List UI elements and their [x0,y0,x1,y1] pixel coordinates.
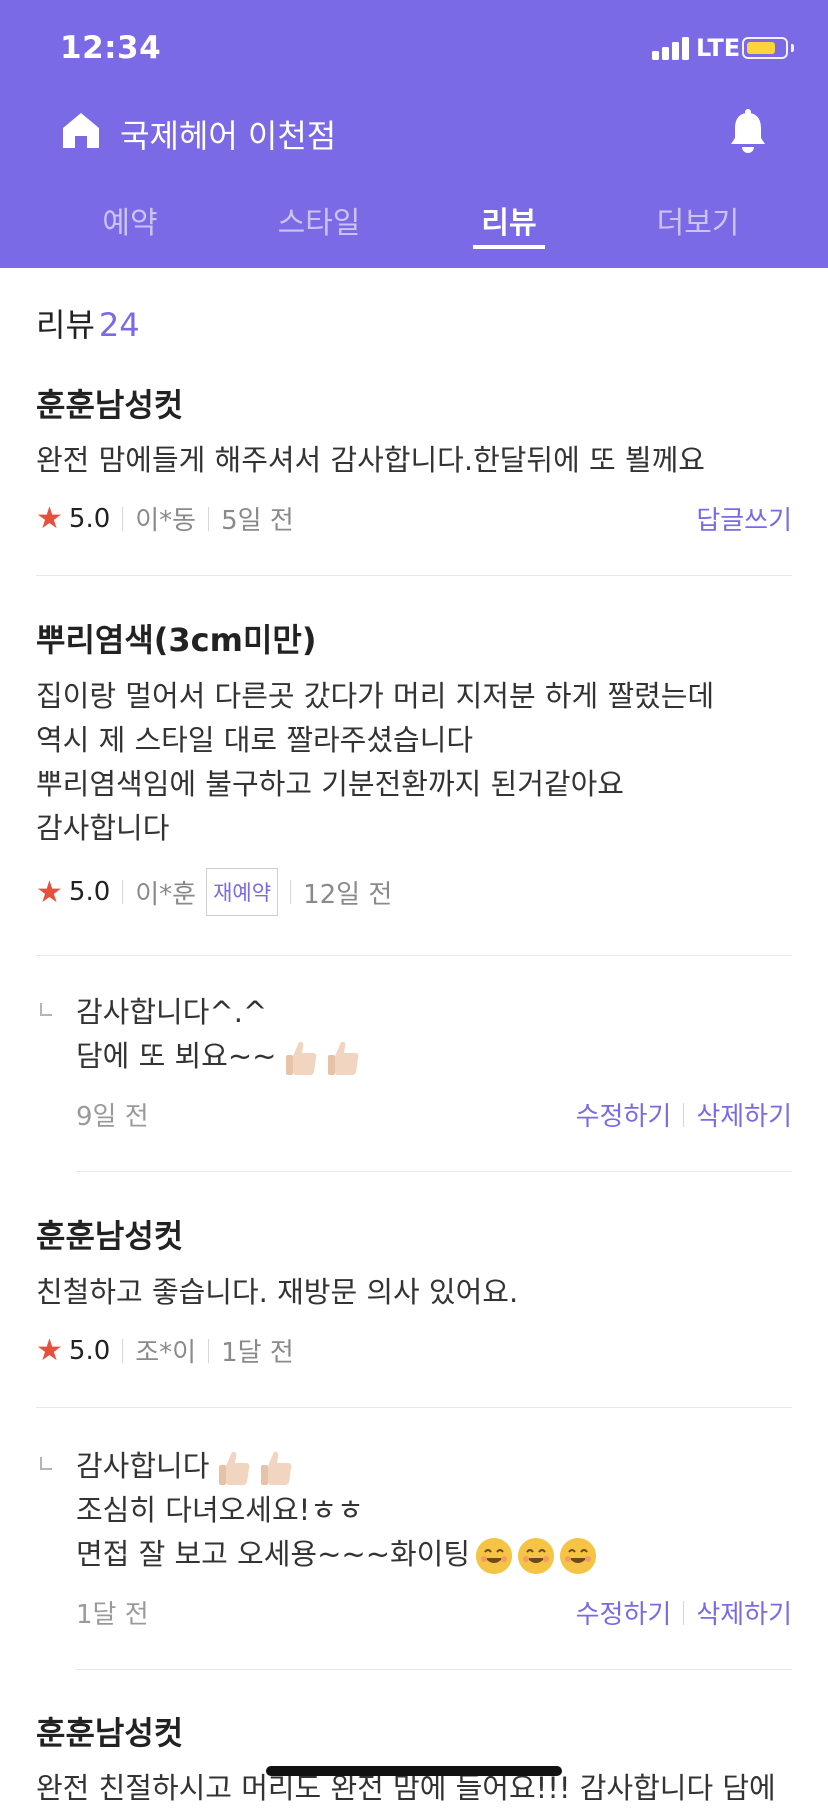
thumbs-up-icon [286,1041,317,1075]
review-text: 친철하고 좋습니다. 재방문 의사 있어요. [36,1275,519,1309]
tab-style[interactable]: 스타일 [259,198,379,242]
review-text-line: 집이랑 멀어서 다른곳 갔다가 머리 지저분 하게 짤렸는데 [36,679,715,713]
divider [76,1171,792,1172]
reply-indicator-icon [40,1457,52,1470]
review-title: 훈훈남성컷 [36,1217,184,1255]
divider [36,575,792,576]
reply-text-line: 면접 잘 보고 오세용~~~화이팅 [76,1532,597,1576]
reply-text-line: 감사합니다^.^ [76,995,268,1029]
review-meta: ★ 5.0 이*동 5일 전 [36,500,294,537]
tab-reservation[interactable]: 예약 [70,198,190,242]
divider [36,1407,792,1408]
thumbs-up-icon [219,1451,250,1485]
review-rating: 5.0 [68,503,111,534]
battery-icon [742,37,788,59]
edit-reply-button[interactable]: 수정하기 [576,1096,672,1133]
review-date: 1달 전 [221,1338,294,1368]
star-icon: ★ [36,501,63,536]
reply-text-line: 담에 또 뵈요~~ [76,1034,360,1078]
review-text-line: 역시 제 스타일 대로 짤라주셨습니다 [36,723,474,757]
reply-actions: 수정하기 삭제하기 [576,1594,792,1631]
reply-text-line: 감사합니다 [76,1444,293,1488]
status-time: 12:34 [60,30,162,66]
bell-icon[interactable] [728,108,768,154]
reply-actions: 수정하기 삭제하기 [576,1096,792,1133]
write-reply-button[interactable]: 답글쓰기 [696,500,792,537]
status-bar: 12:34 LTE [0,0,828,100]
shop-name: 국제헤어 이천점 [120,117,337,155]
star-icon: ★ [36,1333,63,1368]
smile-emoji-icon [518,1538,555,1574]
thumbs-up-icon [261,1451,292,1485]
reply-indicator-icon [40,1003,52,1016]
review-author: 조*이 [135,1338,197,1368]
reply-date: 9일 전 [76,1102,149,1132]
review-date: 5일 전 [221,506,294,536]
review-text: 완전 맘에들게 해주셔서 감사합니다.한달뒤에 또 뵐께요 [36,443,705,477]
home-indicator[interactable] [266,1766,562,1776]
divider [76,1669,792,1670]
review-title: 뿌리염색(3cm미만) [36,621,317,659]
active-tab-indicator [473,245,545,249]
reply-text: 면접 잘 보고 오세용~~~화이팅 [76,1537,471,1571]
review-meta: ★ 5.0 조*이 1달 전 [36,1332,294,1369]
app-header: 12:34 LTE 국제헤어 이천점 예약 스타일 리뷰 더보기 [0,0,828,268]
delete-reply-button[interactable]: 삭제하기 [696,1594,792,1631]
tab-more[interactable]: 더보기 [638,198,758,242]
review-meta: ★ 5.0 이*훈 재예약 12일 전 [36,868,392,916]
review-text-line: 감사합니다 [36,811,170,845]
rebook-badge: 재예약 [206,868,279,916]
star-icon: ★ [36,874,63,910]
review-author: 이*훈 [135,879,197,910]
delete-reply-button[interactable]: 삭제하기 [696,1096,792,1133]
home-icon[interactable] [60,110,102,152]
smile-emoji-icon [560,1538,597,1574]
signal-icon [652,36,692,60]
edit-reply-button[interactable]: 수정하기 [576,1594,672,1631]
review-text-line: 뿌리염색임에 불구하고 기분전환까지 된거같아요 [36,767,624,801]
reply-text: 담에 또 뵈요~~ [76,1039,277,1073]
review-date: 12일 전 [303,879,393,910]
review-count: 24 [98,306,140,344]
tab-review[interactable]: 리뷰 [449,198,569,242]
review-author: 이*동 [135,506,197,536]
review-title: 훈훈남성컷 [36,386,184,424]
reply-text-line: 조심히 다녀오세요!ㅎㅎ [76,1493,364,1527]
smile-emoji-icon [476,1538,513,1574]
divider [36,955,792,956]
network-type: LTE [696,34,741,62]
reply-text: 감사합니다 [76,1449,210,1483]
review-rating: 5.0 [68,1335,111,1366]
review-section-heading: 리뷰 24 [36,300,140,346]
thumbs-up-icon [328,1041,359,1075]
review-rating: 5.0 [68,877,111,907]
review-heading-label: 리뷰 [36,306,95,344]
review-title: 훈훈남성컷 [36,1714,184,1752]
reply-date: 1달 전 [76,1600,149,1630]
